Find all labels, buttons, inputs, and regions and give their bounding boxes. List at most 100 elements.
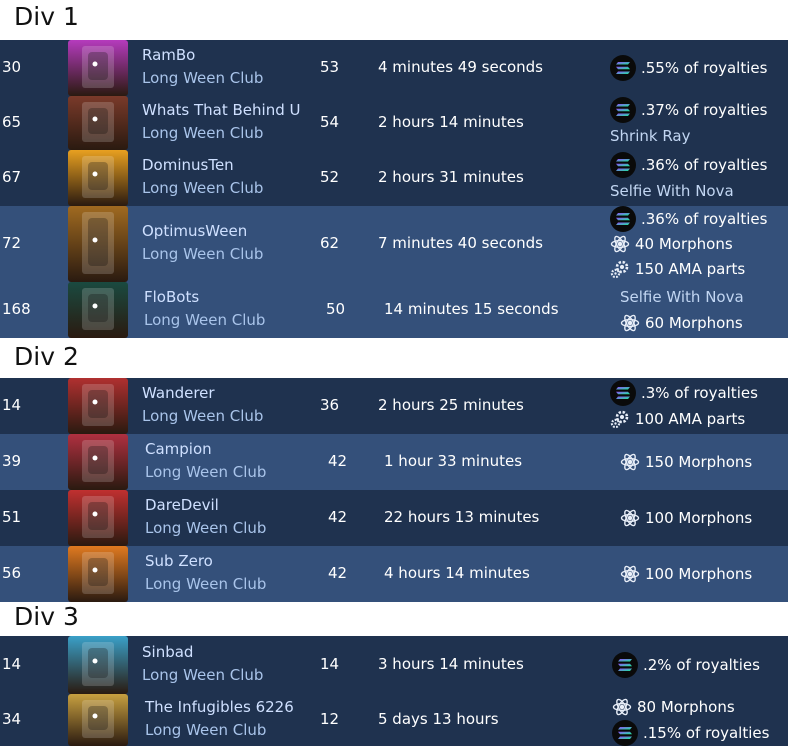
score-value: 50 [326, 300, 346, 318]
nft-name[interactable]: Sub Zero [145, 552, 213, 570]
rank-value: 72 [2, 234, 22, 252]
rank-value: 67 [2, 168, 22, 186]
atom-icon [610, 234, 630, 254]
nft-avatar[interactable] [68, 636, 128, 694]
reward-item: 150 AMA parts [610, 257, 745, 282]
nft-name[interactable]: Wanderer [142, 384, 215, 402]
reward-item: 100 Morphons [620, 561, 752, 587]
reward-item: 100 Morphons [620, 505, 752, 531]
reward-item: 40 Morphons [610, 232, 733, 257]
nft-name[interactable]: Sinbad [142, 643, 193, 661]
reward-text: Shrink Ray [610, 127, 691, 145]
nft-name[interactable]: FloBots [144, 288, 199, 306]
reward-text: Selfie With Nova [610, 182, 734, 200]
reward-text: .37% of royalties [641, 101, 768, 119]
nft-avatar[interactable] [68, 546, 128, 602]
club-name: Long Ween Club [144, 311, 266, 329]
nft-avatar[interactable] [68, 282, 128, 338]
solana-icon [610, 206, 636, 232]
reward-text: 60 Morphons [645, 314, 743, 332]
club-name: Long Ween Club [142, 666, 264, 684]
reward-item: .3% of royalties [610, 380, 758, 406]
rank-value: 51 [2, 508, 22, 526]
gear-icon [610, 409, 630, 429]
score-value: 53 [320, 58, 340, 76]
reward-item: 80 Morphons [612, 694, 735, 720]
leaderboard-row[interactable]: 34 The Infugibles 6226 Long Ween Club 12 5 d… [0, 694, 788, 746]
rank-value: 56 [2, 564, 22, 582]
time-value: 5 days 13 hours [378, 710, 499, 728]
time-value: 3 hours 14 minutes [378, 655, 524, 673]
solana-icon [610, 97, 636, 123]
club-name: Long Ween Club [142, 124, 264, 142]
club-name: Long Ween Club [145, 463, 267, 481]
leaderboard-row[interactable]: 14 Wanderer Long Ween Club 36 2 hours 25 min… [0, 378, 788, 434]
leaderboard-row[interactable]: 65 Whats That Behind U Long Ween Club 54 2 h… [0, 96, 788, 150]
club-name: Long Ween Club [145, 519, 267, 537]
reward-item: 100 AMA parts [610, 406, 745, 432]
nft-name[interactable]: The Infugibles 6226 [145, 698, 294, 716]
leaderboard-row[interactable]: 72 OptimusWeen Long Ween Club 62 7 minutes 4… [0, 206, 788, 282]
rank-value: 14 [2, 655, 22, 673]
nft-avatar[interactable] [68, 378, 128, 434]
reward-item: Selfie With Nova [610, 178, 734, 204]
leaderboard-row[interactable]: 168 FloBots Long Ween Club 50 14 minutes 15 … [0, 282, 788, 338]
reward-item: 60 Morphons [620, 310, 743, 336]
score-value: 52 [320, 168, 340, 186]
reward-item: .36% of royalties [610, 206, 768, 232]
rank-value: 34 [2, 710, 22, 728]
time-value: 4 minutes 49 seconds [378, 58, 543, 76]
club-name: Long Ween Club [145, 721, 267, 739]
atom-icon [620, 508, 640, 528]
reward-text: .36% of royalties [641, 156, 768, 174]
leaderboard-row[interactable]: 30 RamBo Long Ween Club 53 4 minutes 49 seco… [0, 40, 788, 96]
time-value: 2 hours 31 minutes [378, 168, 524, 186]
nft-avatar[interactable] [68, 694, 128, 746]
time-value: 1 hour 33 minutes [384, 452, 523, 470]
club-name: Long Ween Club [142, 245, 264, 263]
nft-avatar[interactable] [68, 96, 128, 150]
reward-text: 150 Morphons [645, 453, 753, 471]
time-value: 2 hours 14 minutes [378, 113, 524, 131]
score-value: 54 [320, 113, 340, 131]
division-title: Div 1 [14, 2, 79, 31]
nft-name[interactable]: OptimusWeen [142, 222, 247, 240]
leaderboard-row[interactable]: 39 Campion Long Ween Club 42 1 hour 33 minut… [0, 434, 788, 490]
nft-avatar[interactable] [68, 150, 128, 206]
time-value: 4 hours 14 minutes [384, 564, 530, 582]
nft-avatar[interactable] [68, 490, 128, 546]
leaderboard-row[interactable]: 67 DominusTen Long Ween Club 52 2 hours 31 m… [0, 150, 788, 206]
nft-name[interactable]: DominusTen [142, 156, 234, 174]
nft-name[interactable]: Whats That Behind U [142, 101, 300, 119]
nft-name[interactable]: DareDevil [145, 496, 219, 514]
leaderboard-row[interactable]: 56 Sub Zero Long Ween Club 42 4 hours 14 min… [0, 546, 788, 602]
reward-item: Selfie With Nova [620, 284, 744, 310]
rank-value: 39 [2, 452, 22, 470]
leaderboard-row[interactable]: 14 Sinbad Long Ween Club 14 3 hours 14 minut… [0, 636, 788, 694]
nft-avatar[interactable] [68, 40, 128, 96]
score-value: 42 [328, 564, 348, 582]
reward-text: .3% of royalties [641, 384, 758, 402]
time-value: 14 minutes 15 seconds [384, 300, 559, 318]
rank-value: 65 [2, 113, 22, 131]
leaderboard-row[interactable]: 51 DareDevil Long Ween Club 42 22 hours 13 m… [0, 490, 788, 546]
gear-icon [610, 259, 630, 279]
score-value: 42 [328, 452, 348, 470]
rank-value: 14 [2, 396, 22, 414]
time-value: 2 hours 25 minutes [378, 396, 524, 414]
nft-avatar[interactable] [68, 206, 128, 282]
reward-item: .37% of royalties [610, 97, 767, 123]
reward-item: .36% of royalties [610, 152, 767, 178]
time-value: 22 hours 13 minutes [384, 508, 540, 526]
reward-text: .2% of royalties [643, 656, 760, 674]
solana-icon [612, 652, 638, 678]
reward-text: .36% of royalties [641, 210, 768, 228]
reward-text: 100 Morphons [645, 565, 753, 583]
atom-icon [620, 313, 640, 333]
nft-avatar[interactable] [68, 434, 128, 490]
reward-text: 150 AMA parts [635, 260, 746, 278]
nft-name[interactable]: Campion [145, 440, 212, 458]
reward-text: 100 AMA parts [635, 410, 746, 428]
nft-name[interactable]: RamBo [142, 46, 195, 64]
rank-value: 30 [2, 58, 22, 76]
